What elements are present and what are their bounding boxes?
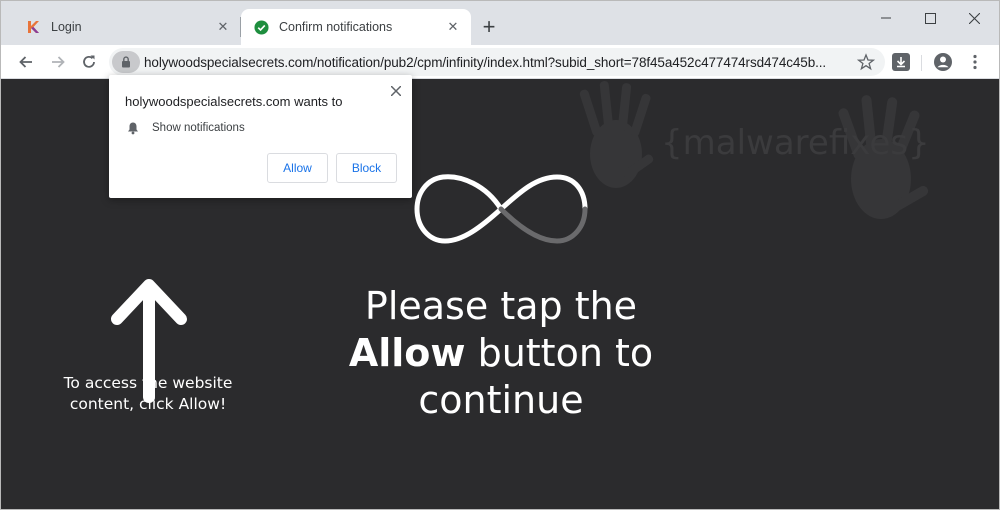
check-circle-icon — [253, 19, 269, 35]
headline-line-2-rest: button to — [465, 331, 654, 375]
browser-window: Login ✕ Confirm notifications ✕ + holywo… — [0, 0, 1000, 510]
address-bar[interactable]: holywoodspecialsecrets.com/notification/… — [109, 48, 885, 76]
close-icon[interactable]: ✕ — [213, 17, 233, 37]
k-logo-icon — [25, 19, 41, 35]
block-button[interactable]: Block — [336, 153, 397, 183]
headline-line-3: continue — [418, 378, 584, 422]
window-close-icon[interactable] — [951, 1, 997, 35]
close-icon[interactable] — [388, 83, 404, 99]
tab-login[interactable]: Login ✕ — [13, 9, 241, 45]
back-arrow-icon[interactable] — [12, 48, 40, 76]
headline-line-1: Please tap the — [364, 284, 638, 328]
forward-arrow-icon[interactable] — [44, 48, 72, 76]
tab-title: Login — [51, 20, 82, 34]
permission-label: Show notifications — [152, 122, 245, 134]
more-menu-icon[interactable] — [965, 52, 985, 72]
handprint-watermark-icon — [579, 81, 929, 219]
profile-avatar-icon[interactable] — [933, 52, 953, 72]
download-extension-icon[interactable] — [892, 53, 910, 71]
headline-allow-word: Allow — [348, 331, 466, 375]
reload-icon[interactable] — [75, 48, 103, 76]
headline-line-2: Allow button to — [301, 330, 701, 377]
maximize-icon[interactable] — [907, 1, 953, 35]
tab-title: Confirm notifications — [279, 20, 393, 34]
allow-button[interactable]: Allow — [267, 153, 328, 183]
tab-confirm-notifications[interactable]: Confirm notifications ✕ — [241, 9, 471, 45]
infinity-loader-icon — [414, 174, 588, 244]
notification-permission-popup: holywoodspecialsecrets.com wants to Show… — [109, 75, 412, 198]
bell-icon — [128, 122, 138, 135]
tab-strip: Login ✕ Confirm notifications ✕ + — [1, 1, 999, 45]
url-text[interactable]: holywoodspecialsecrets.com/notification/… — [144, 55, 844, 70]
browser-toolbar: holywoodspecialsecrets.com/notification/… — [1, 45, 999, 79]
bookmark-star-icon[interactable] — [856, 53, 876, 71]
minimize-icon[interactable] — [863, 1, 909, 35]
toolbar-divider — [921, 55, 922, 71]
lock-icon[interactable] — [112, 51, 140, 73]
page-headline: Please tap the Allow button to continue — [301, 283, 701, 424]
watermark-text: {malwarefixes} — [661, 123, 930, 163]
new-tab-icon[interactable]: + — [477, 14, 501, 39]
hint-text: To access the website content, click All… — [63, 374, 233, 413]
popup-title: holywoodspecialsecrets.com wants to — [125, 94, 343, 109]
close-icon[interactable]: ✕ — [443, 17, 463, 37]
